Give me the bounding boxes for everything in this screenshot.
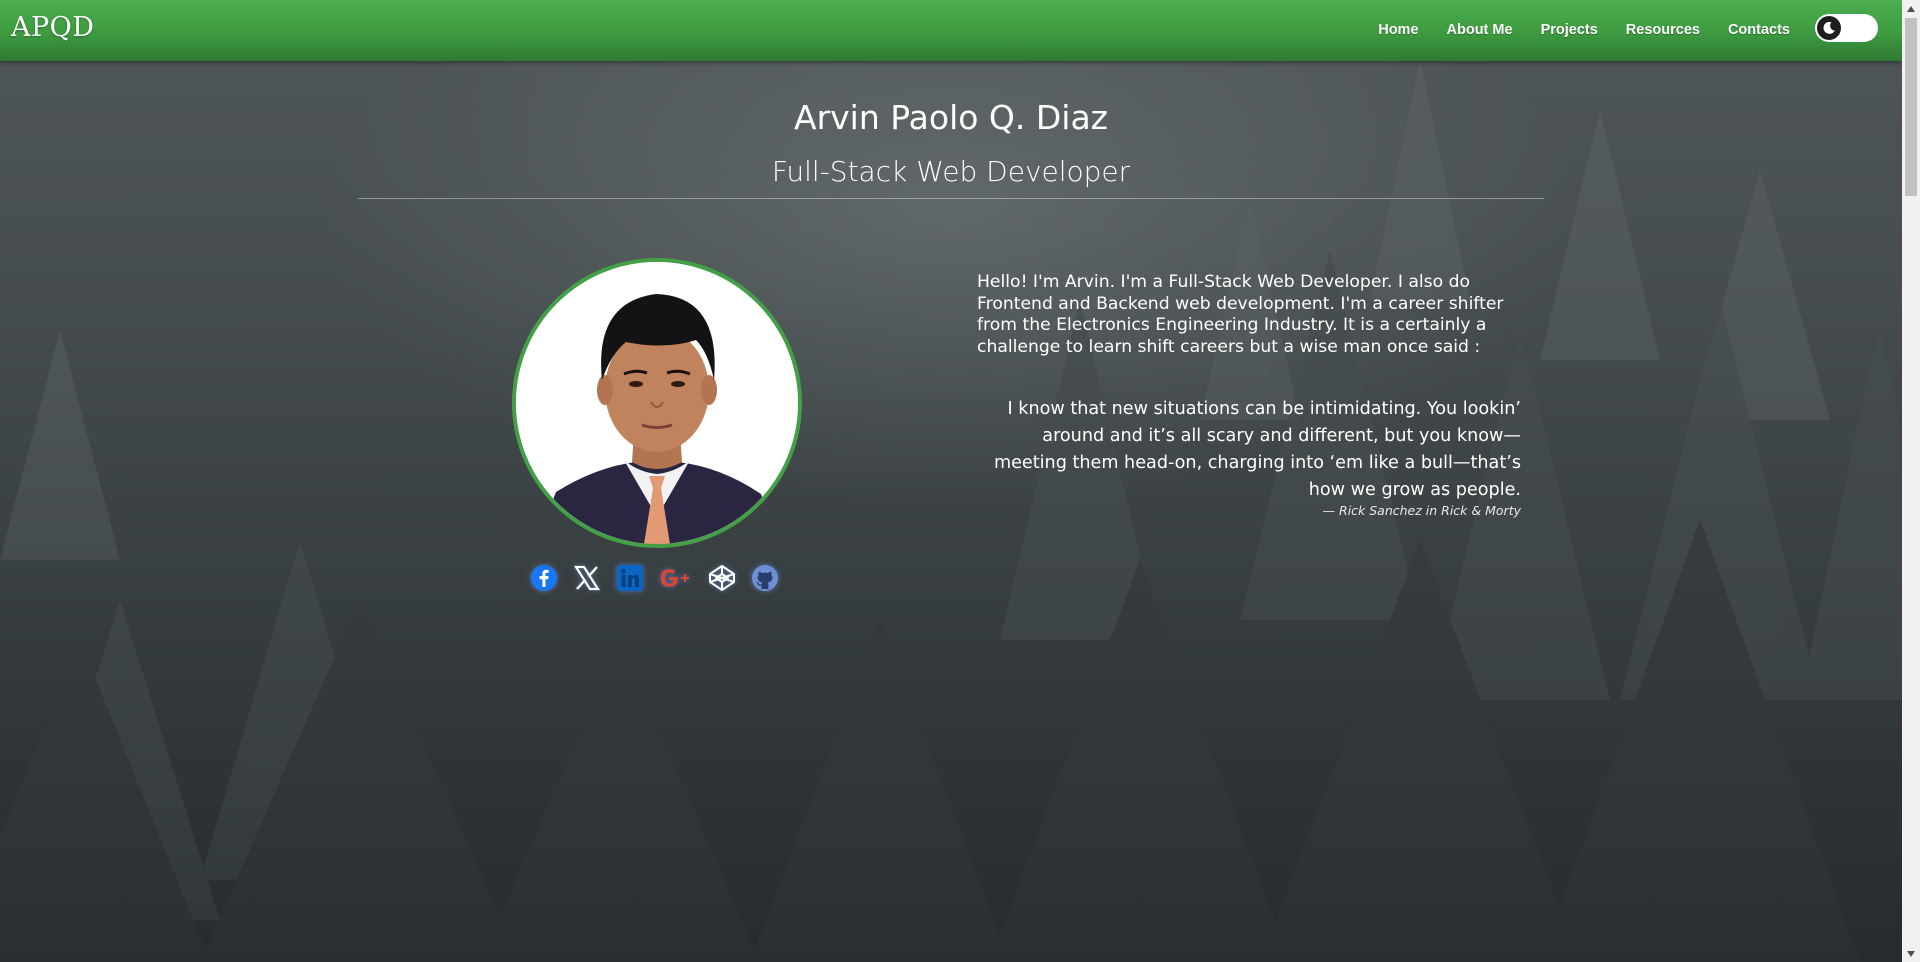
nav-links: Home About Me Projects Resources Contact…: [1350, 22, 1790, 38]
brand-logo[interactable]: APQD: [11, 12, 94, 43]
theme-toggle[interactable]: [1815, 14, 1878, 42]
hero-name: Arvin Paolo Q. Diaz: [794, 98, 1108, 137]
toggle-knob: [1817, 16, 1841, 40]
x-icon[interactable]: [571, 562, 603, 594]
profile-photo: [516, 262, 798, 544]
blockquote-citation: — Rick Sanchez in Rick & Morty: [1322, 503, 1521, 518]
nav-link-home[interactable]: Home: [1378, 22, 1418, 38]
vertical-scrollbar[interactable]: [1902, 0, 1920, 962]
google-plus-icon[interactable]: [657, 562, 695, 594]
codepen-icon[interactable]: [706, 562, 738, 594]
scroll-down-arrow[interactable]: [1902, 945, 1920, 962]
blockquote-text: I know that new situations can be intimi…: [993, 399, 1521, 500]
hero-title: Full-Stack Web Developer: [771, 155, 1131, 188]
nav-link-resources[interactable]: Resources: [1626, 22, 1700, 38]
linkedin-icon[interactable]: [614, 562, 646, 594]
navbar: APQD Home About Me Projects Resources Co…: [0, 0, 1902, 61]
nav-link-projects[interactable]: Projects: [1541, 22, 1598, 38]
moon-icon: [1823, 21, 1835, 34]
section-divider: [358, 198, 1544, 199]
scroll-up-arrow[interactable]: [1902, 0, 1920, 17]
about-intro: Hello! I'm Arvin. I'm a Full-Stack Web D…: [977, 272, 1504, 357]
profile-avatar: [512, 258, 802, 548]
forest-trees-illustration: [0, 0, 1902, 962]
nav-link-contacts[interactable]: Contacts: [1728, 22, 1790, 38]
scroll-thumb[interactable]: [1905, 18, 1917, 196]
forest-background: [0, 0, 1902, 962]
github-icon[interactable]: [749, 562, 781, 594]
nav-link-about-me[interactable]: About Me: [1447, 22, 1513, 38]
social-links: [528, 562, 781, 594]
facebook-icon[interactable]: [528, 562, 560, 594]
